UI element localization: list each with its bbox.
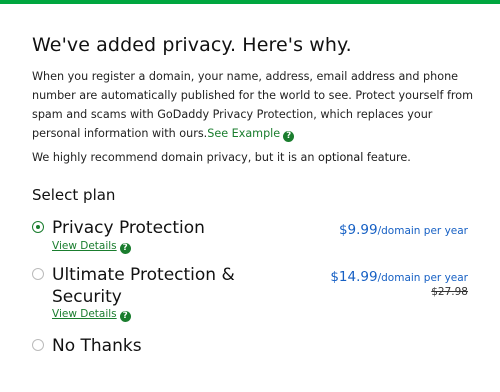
radio-privacy-protection[interactable] <box>32 221 44 233</box>
recommend-after: feature. <box>363 151 411 164</box>
price-unit: /domain per year <box>377 272 468 284</box>
help-icon[interactable]: ? <box>119 243 131 254</box>
price-amount: $14.99 <box>330 269 378 285</box>
plan-name[interactable]: Privacy Protection <box>52 217 205 239</box>
price-unit: /domain per year <box>377 225 468 237</box>
original-price: $27.98 <box>431 286 468 298</box>
select-plan-heading: Select plan <box>32 186 116 204</box>
plan-price: $9.99/domain per year <box>339 219 468 238</box>
price-amount: $9.99 <box>338 222 378 238</box>
help-icon[interactable]: ? <box>119 311 131 322</box>
view-details-label[interactable]: View Details <box>52 240 117 252</box>
page-title: We've added privacy. Here's why. <box>32 34 352 56</box>
radio-ultimate-protection[interactable] <box>32 268 44 280</box>
plan-name-line1[interactable]: Ultimate Protection & <box>52 264 235 286</box>
view-details-link[interactable]: View Details? <box>52 240 131 254</box>
plan-price: $14.99/domain per year <box>330 266 468 285</box>
see-example-link[interactable]: See Example <box>207 127 280 140</box>
help-icon[interactable]: ? <box>283 131 295 142</box>
recommendation-text: We highly recommend domain privacy, but … <box>32 151 411 164</box>
top-accent-bar <box>0 0 500 4</box>
recommend-before: We highly recommend domain privacy, but … <box>32 151 318 164</box>
view-details-link[interactable]: View Details? <box>52 308 131 322</box>
view-details-label[interactable]: View Details <box>52 308 117 320</box>
intro-paragraph: When you register a domain, your name, a… <box>32 67 477 143</box>
plan-name-line2[interactable]: Security <box>52 286 122 308</box>
plan-name[interactable]: No Thanks <box>52 335 142 357</box>
optional-emphasis: optional <box>318 151 364 164</box>
radio-no-thanks[interactable] <box>32 339 44 351</box>
